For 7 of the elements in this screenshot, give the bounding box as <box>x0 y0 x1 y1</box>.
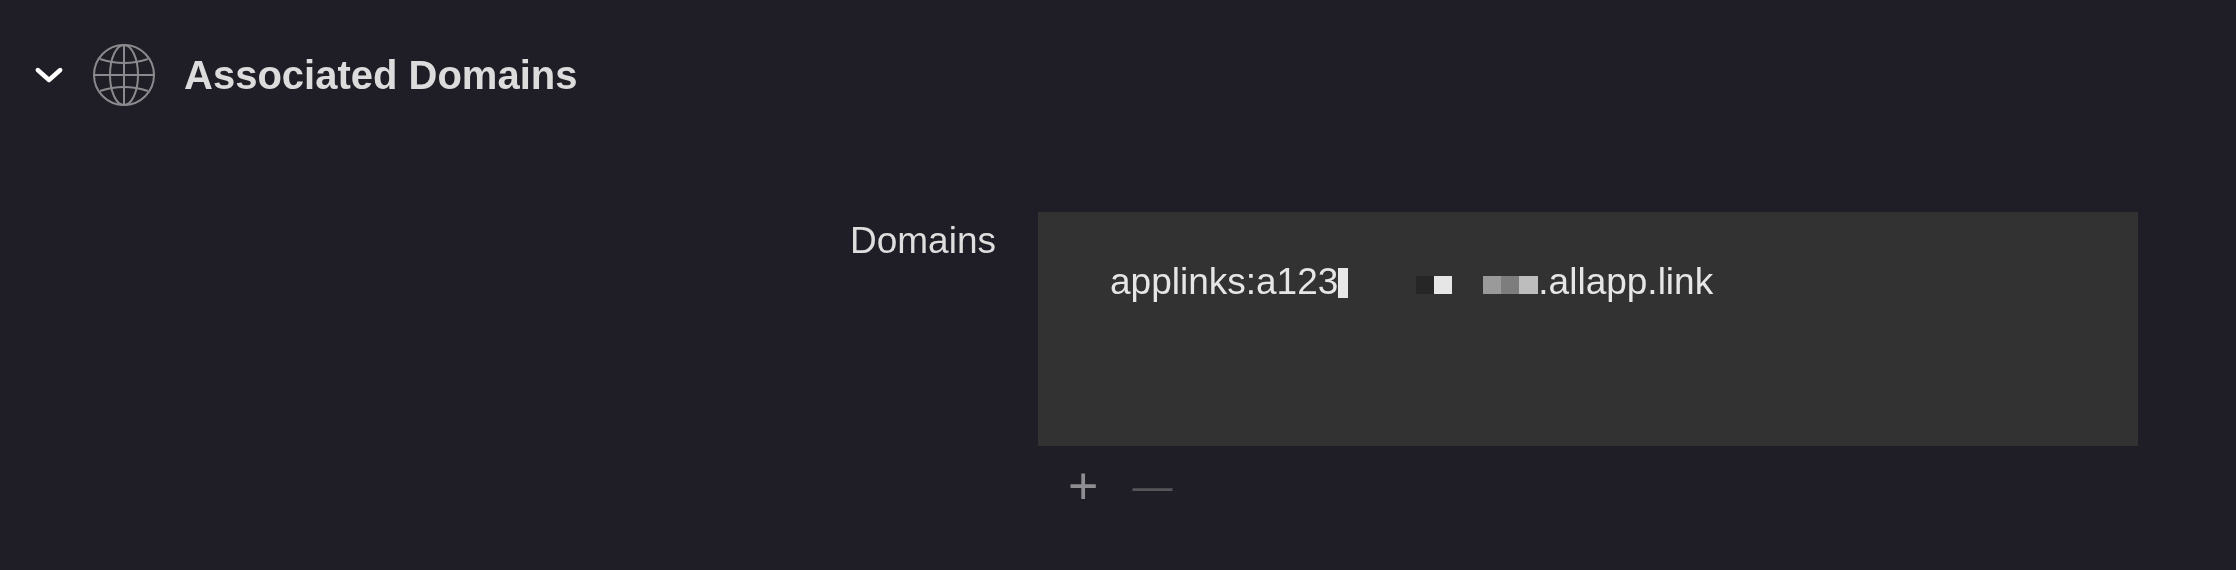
chevron-icon[interactable] <box>34 65 64 85</box>
globe-icon <box>92 43 156 107</box>
domain-text[interactable]: applinks:a123 <box>1110 261 1339 303</box>
add-button[interactable]: + <box>1068 456 1099 516</box>
section-title: Associated Domains <box>184 52 578 98</box>
field-label: Domains <box>850 219 997 263</box>
domain-text[interactable]: .allapp.link <box>1538 261 1714 303</box>
